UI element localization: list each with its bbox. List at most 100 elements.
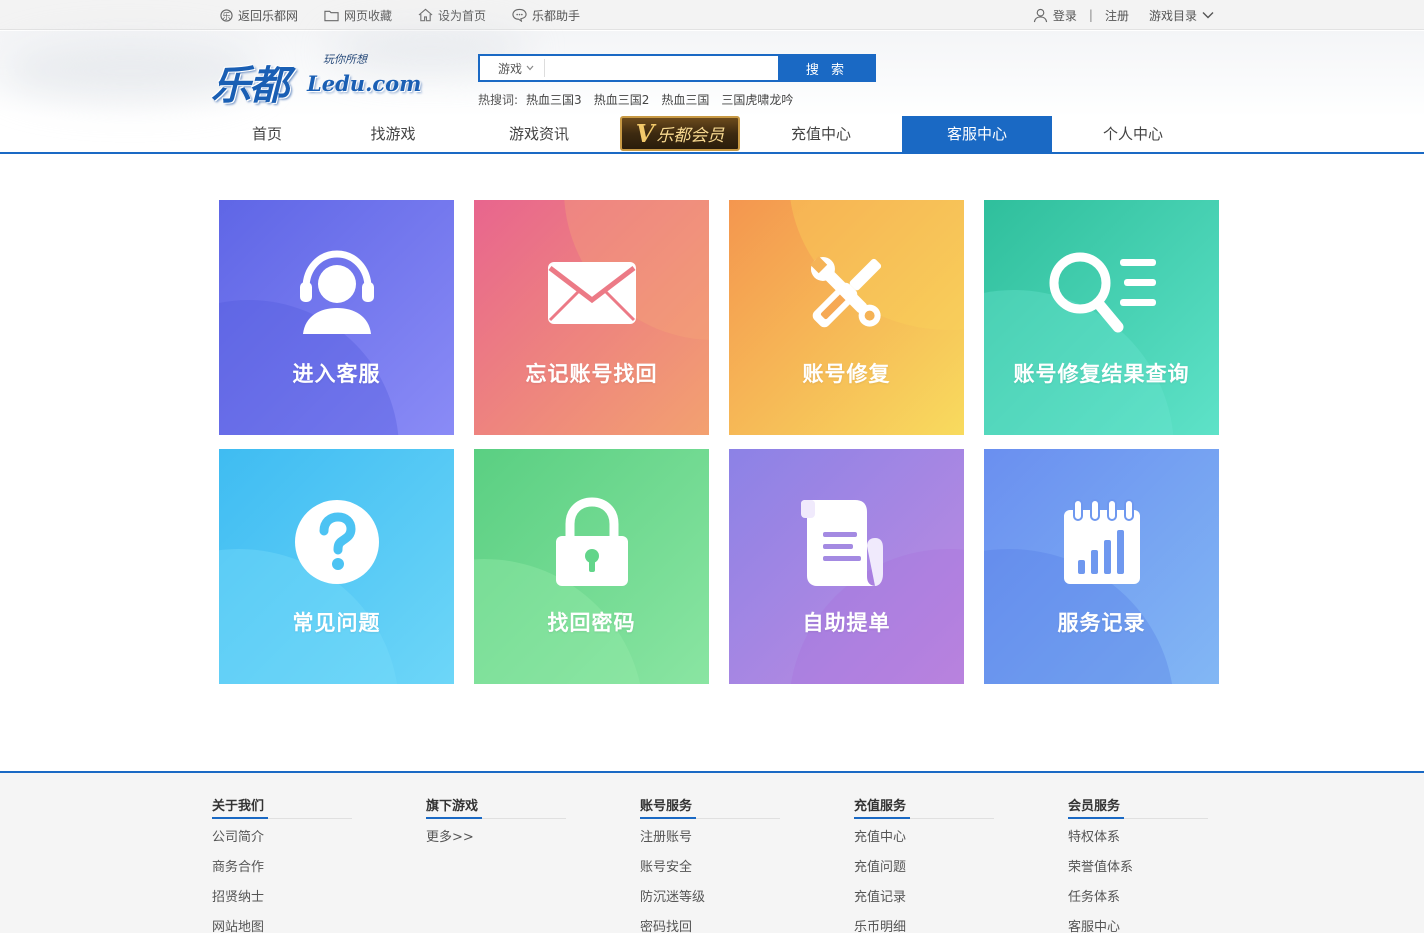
hot-word-link[interactable]: 热血三国3	[526, 91, 582, 108]
register-link[interactable]: 注册	[1105, 7, 1129, 24]
vip-label: 乐都会员	[656, 126, 725, 146]
hot-word-link[interactable]: 热血三国	[661, 91, 709, 108]
footer-link[interactable]: 注册账号	[640, 823, 780, 853]
site-footer: 关于我们 公司简介 商务合作 招贤纳士 网站地图 旗下游戏 更多>> 账号服务 …	[0, 771, 1424, 933]
tile-self-service-ticket[interactable]: 自助提单	[729, 449, 964, 684]
hot-search-words: 热搜词: 热血三国3 热血三国2 热血三国 三国虎啸龙吟	[478, 91, 805, 108]
ledu-assistant-link[interactable]: 乐都助手	[512, 7, 580, 24]
footer-link[interactable]: 乐币明细	[854, 913, 994, 933]
vip-v-mark: V	[635, 119, 655, 148]
folder-icon	[324, 10, 339, 21]
footer-link[interactable]: 网站地图	[212, 913, 352, 933]
tile-label: 账号修复	[802, 362, 891, 386]
customer-service-headset-icon	[299, 249, 374, 334]
search-list-icon	[1049, 252, 1156, 332]
footer-link[interactable]: 充值问题	[854, 853, 994, 883]
chevron-down-icon	[526, 65, 534, 71]
search-category-value: 游戏	[498, 61, 523, 76]
footer-column-title: 关于我们	[212, 795, 352, 819]
back-to-ledu-link[interactable]: 乐 返回乐都网	[220, 7, 298, 24]
tile-icon-wrap	[474, 494, 709, 589]
tile-icon-wrap	[474, 245, 709, 340]
nav-item-personal-center[interactable]: 个人中心	[1084, 116, 1182, 152]
nav-item-ledu-vip[interactable]: V 乐都会员	[620, 116, 740, 151]
login-register-separator: |	[1088, 8, 1093, 22]
footer-column-member: 会员服务 特权体系 荣誉值体系 任务体系 客服中心	[1068, 795, 1208, 933]
footer-link[interactable]: 账号安全	[640, 853, 780, 883]
scroll-document-icon	[800, 499, 883, 586]
footer-link[interactable]: 荣誉值体系	[1068, 853, 1208, 883]
envelope-icon	[547, 261, 636, 324]
tile-service-records[interactable]: 服务记录	[984, 449, 1219, 684]
tile-label: 自助提单	[802, 611, 891, 635]
tile-label: 常见问题	[292, 611, 381, 635]
footer-link[interactable]: 任务体系	[1068, 883, 1208, 913]
footer-column-title: 会员服务	[1068, 795, 1208, 819]
bookmark-link[interactable]: 网页收藏	[324, 7, 392, 24]
footer-link[interactable]: 防沉迷等级	[640, 883, 780, 913]
tile-label: 账号修复结果查询	[1013, 362, 1190, 386]
footer-column-account: 账号服务 注册账号 账号安全 防沉迷等级 密码找回	[640, 795, 780, 933]
tile-label: 进入客服	[292, 362, 381, 386]
tile-icon-wrap	[984, 245, 1219, 340]
svg-text:乐: 乐	[222, 10, 230, 20]
footer-link[interactable]: 公司简介	[212, 823, 352, 853]
footer-link-more[interactable]: 更多>>	[426, 823, 566, 853]
ledu-logo[interactable]: 乐都 Ledu.com 玩你所想	[211, 51, 421, 109]
register-label: 注册	[1104, 8, 1129, 23]
hot-words-label: 热搜词:	[478, 93, 519, 107]
home-icon	[418, 8, 433, 22]
calendar-chart-icon	[1063, 498, 1140, 584]
tile-icon-wrap	[219, 245, 454, 340]
footer-link[interactable]: 招贤纳士	[212, 883, 352, 913]
back-to-ledu-label: 返回乐都网	[238, 8, 299, 23]
search-input[interactable]	[545, 56, 778, 80]
tile-icon-wrap	[984, 494, 1219, 589]
footer-link[interactable]: 商务合作	[212, 853, 352, 883]
top-bar: 乐 返回乐都网 网页收藏 设为首页 乐都助手 登录 | 注册 游戏目录	[0, 0, 1424, 30]
padlock-icon	[555, 496, 628, 586]
ledu-assistant-label: 乐都助手	[532, 8, 581, 23]
tile-label: 服务记录	[1057, 611, 1146, 635]
search-bar: 游戏 搜 索	[478, 54, 876, 82]
footer-column-title: 账号服务	[640, 795, 780, 819]
footer-column-title: 充值服务	[854, 795, 994, 819]
footer-link[interactable]: 密码找回	[640, 913, 780, 933]
set-homepage-label: 设为首页	[438, 8, 487, 23]
login-label: 登录	[1052, 8, 1077, 23]
search-category-select[interactable]: 游戏	[480, 59, 546, 77]
tile-enter-customer-service[interactable]: 进入客服	[219, 200, 454, 435]
tile-account-repair[interactable]: 账号修复	[729, 200, 964, 435]
game-directory-label: 游戏目录	[1148, 8, 1197, 23]
nav-item-find-games[interactable]: 找游戏	[348, 116, 438, 152]
search-box: 游戏	[478, 54, 778, 82]
tile-recover-password[interactable]: 找回密码	[474, 449, 709, 684]
top-bar-left: 乐 返回乐都网 网页收藏 设为首页 乐都助手	[220, 0, 606, 30]
hot-word-link[interactable]: 热血三国2	[594, 91, 650, 108]
footer-link[interactable]: 客服中心	[1068, 913, 1208, 933]
footer-link[interactable]: 充值中心	[854, 823, 994, 853]
logo-slogan: 玩你所想	[323, 53, 367, 66]
nav-item-customer-service[interactable]: 客服中心	[902, 116, 1052, 152]
logo-cn-text: 乐都	[211, 63, 289, 109]
nav-item-recharge-center[interactable]: 充值中心	[772, 116, 870, 152]
footer-link[interactable]: 充值记录	[854, 883, 994, 913]
tile-icon-wrap	[729, 494, 964, 589]
nav-item-home[interactable]: 首页	[222, 116, 312, 152]
footer-link[interactable]: 特权体系	[1068, 823, 1208, 853]
chevron-down-icon	[1202, 12, 1214, 19]
tile-icon-wrap	[729, 245, 964, 340]
hot-word-link[interactable]: 三国虎啸龙吟	[721, 91, 793, 108]
tile-repair-result-query[interactable]: 账号修复结果查询	[984, 200, 1219, 435]
question-circle-icon	[294, 499, 379, 584]
tile-faq[interactable]: 常见问题	[219, 449, 454, 684]
nav-item-game-news[interactable]: 游戏资讯	[490, 116, 588, 152]
game-directory-dropdown[interactable]: 游戏目录	[1149, 7, 1214, 24]
search-button[interactable]: 搜 索	[778, 54, 876, 82]
login-link[interactable]: 登录	[1033, 7, 1077, 24]
footer-column-about: 关于我们 公司简介 商务合作 招贤纳士 网站地图	[212, 795, 352, 933]
footer-column-title: 旗下游戏	[426, 795, 566, 819]
site-header: 乐都 Ledu.com 玩你所想 游戏 搜 索 热搜词: 热血三国3 热血三国2…	[0, 31, 1424, 117]
tile-forgot-account[interactable]: 忘记账号找回	[474, 200, 709, 435]
set-homepage-link[interactable]: 设为首页	[418, 7, 486, 24]
